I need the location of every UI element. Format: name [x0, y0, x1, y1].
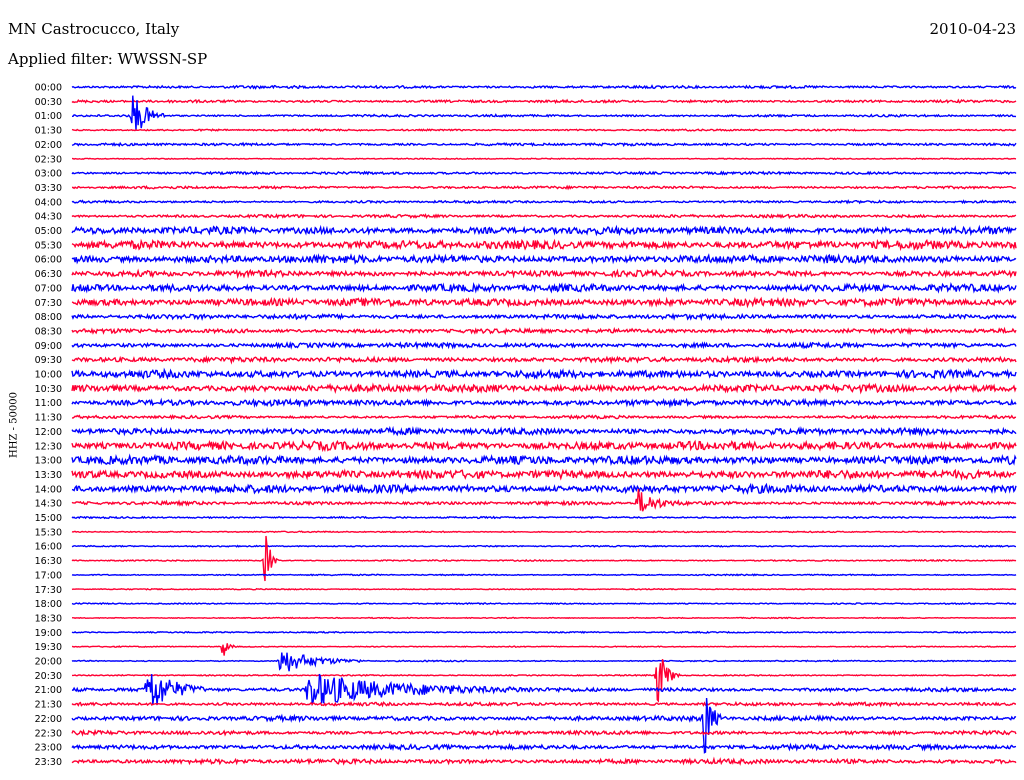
time-tick-label: 21:30 — [35, 700, 62, 711]
time-tick-label: 06:00 — [35, 255, 62, 266]
seismic-trace-row — [71, 268, 1017, 280]
seismic-trace-row — [71, 756, 1017, 766]
time-tick-label: 11:00 — [35, 398, 62, 409]
time-tick-label: 04:00 — [35, 197, 62, 208]
time-tick-label: 20:00 — [35, 657, 62, 668]
seismic-trace-row — [71, 544, 1017, 548]
time-tick-label: 11:30 — [35, 413, 62, 424]
time-tick-label: 18:00 — [35, 599, 62, 610]
time-tick-label: 13:30 — [35, 470, 62, 481]
time-tick-label: 22:30 — [35, 728, 62, 739]
time-tick-label: 07:00 — [35, 283, 62, 294]
seismic-trace-row — [71, 453, 1017, 467]
time-tick-label: 09:00 — [35, 341, 62, 352]
seismic-trace-row — [71, 224, 1017, 237]
time-tick-label: 16:00 — [35, 542, 62, 553]
seismic-trace-row — [71, 326, 1017, 336]
time-tick-label: 23:00 — [35, 743, 62, 754]
seismic-trace-row — [71, 425, 1017, 438]
seismic-trace-row — [71, 439, 1017, 453]
seismic-trace-row — [71, 296, 1017, 309]
seismic-trace-row — [71, 728, 1017, 737]
time-tick-label: 00:30 — [35, 97, 62, 108]
time-tick-label: 08:00 — [35, 312, 62, 323]
seismic-trace-row — [71, 602, 1017, 606]
time-tick-label: 21:00 — [35, 685, 62, 696]
time-tick-label: 13:00 — [35, 456, 62, 467]
seismic-trace-row — [71, 742, 1017, 752]
time-tick-label: 05:30 — [35, 240, 62, 251]
time-tick-label: 02:30 — [35, 154, 62, 165]
time-tick-label: 07:30 — [35, 298, 62, 309]
seismic-trace-row — [72, 157, 1017, 161]
seismic-trace-row — [71, 382, 1017, 395]
seismic-trace-row — [71, 213, 1017, 220]
seismic-trace-row — [71, 354, 1017, 365]
time-tick-label: 03:30 — [35, 183, 62, 194]
seismic-trace-row — [71, 253, 1017, 265]
seismic-trace-row — [71, 184, 1017, 191]
seismic-trace-row — [71, 199, 1017, 205]
seismic-trace-row — [71, 238, 1017, 252]
time-tick-label: 10:00 — [35, 370, 62, 381]
seismic-trace-row — [71, 673, 1017, 707]
seismic-trace-row — [71, 482, 1017, 495]
seismic-trace-row — [71, 312, 1017, 322]
seismic-trace-row — [71, 84, 1017, 90]
time-tick-label: 22:00 — [35, 714, 62, 725]
time-tick-label: 03:00 — [35, 169, 62, 180]
seismogram-plot: 00:00 00:30 01:00 01:30 02:00 02:30 03:00 03:30… — [35, 83, 1017, 768]
time-tick-label: 06:30 — [35, 269, 62, 280]
time-tick-label: 16:30 — [35, 556, 62, 567]
seismic-trace-row — [71, 397, 1017, 409]
seismic-trace-row — [71, 340, 1017, 351]
time-tick-label: 09:30 — [35, 355, 62, 366]
time-tick-label: 20:30 — [35, 671, 62, 682]
time-tick-label: 05:00 — [35, 226, 62, 237]
seismic-trace-row — [71, 587, 1017, 591]
time-tick-label: 14:30 — [35, 499, 62, 510]
time-tick-label: 10:30 — [35, 384, 62, 395]
seismic-trace-row — [71, 413, 1017, 421]
seismic-trace-row — [71, 643, 1016, 656]
time-tick-label: 12:30 — [35, 441, 62, 452]
time-tick-label: 12:00 — [35, 427, 62, 438]
time-tick-label: 01:30 — [35, 126, 62, 137]
seismic-trace-row — [71, 488, 1017, 512]
seismic-trace-row — [71, 573, 1017, 577]
seismic-trace-row — [71, 128, 1017, 132]
seismic-trace-row — [71, 170, 1017, 176]
time-tick-label: 02:00 — [35, 140, 62, 151]
time-tick-label: 01:00 — [35, 111, 62, 122]
time-tick-label: 04:30 — [35, 212, 62, 223]
time-tick-label: 18:30 — [35, 613, 62, 624]
seismic-trace-row — [71, 616, 1017, 620]
time-tick-label: 23:30 — [35, 757, 62, 768]
time-tick-label: 08:30 — [35, 326, 62, 337]
seismic-trace-row — [72, 658, 1017, 703]
time-tick-label: 15:00 — [35, 513, 62, 524]
time-tick-label: 00:00 — [35, 83, 62, 94]
seismic-trace-row — [71, 697, 1017, 754]
time-tick-label: 14:00 — [35, 484, 62, 495]
seismic-trace-row — [71, 367, 1017, 380]
seismic-trace-row — [71, 630, 1017, 634]
time-tick-label: 19:30 — [35, 642, 62, 653]
time-tick-label: 15:30 — [35, 527, 62, 538]
time-tick-label: 17:00 — [35, 570, 62, 581]
seismic-trace-row — [71, 141, 1017, 148]
seismic-trace-row — [71, 700, 1016, 708]
time-tick-label: 17:30 — [35, 585, 62, 596]
seismic-trace-row — [71, 98, 1017, 105]
seismic-trace-row — [71, 652, 1017, 672]
seismic-trace-row — [71, 530, 1016, 534]
seismic-trace-row — [71, 468, 1017, 481]
time-tick-label: 19:00 — [35, 628, 62, 639]
seismic-trace-row — [71, 281, 1017, 294]
seismic-trace-row — [71, 515, 1017, 520]
